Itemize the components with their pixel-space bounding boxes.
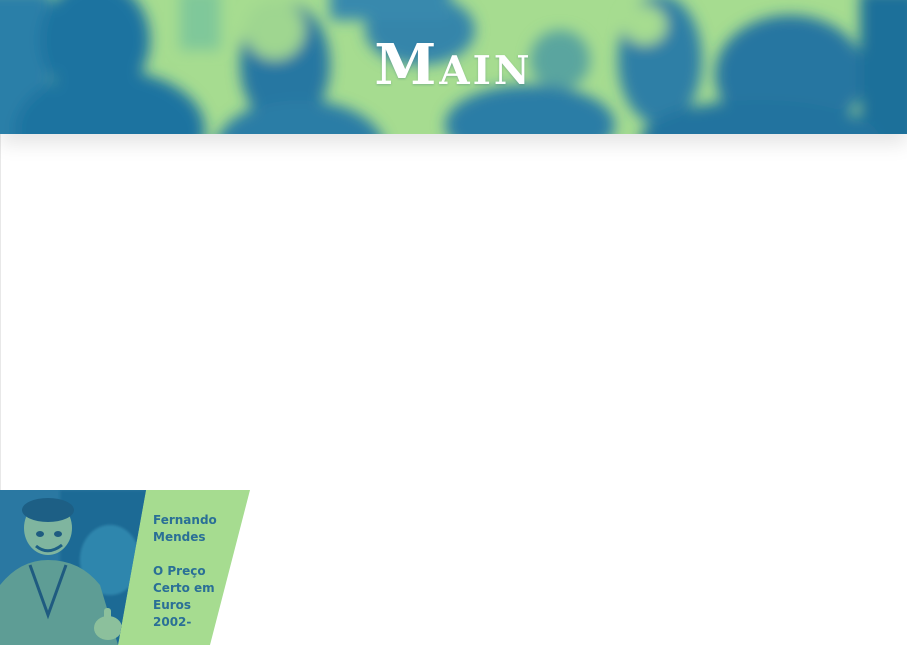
profile-card-text: Fernando Mendes O Preço Certo em Euros 2… bbox=[153, 512, 233, 648]
page-title: Main bbox=[374, 32, 533, 98]
person-name: Fernando Mendes bbox=[153, 513, 217, 544]
profile-card[interactable]: Fernando Mendes O Preço Certo em Euros 2… bbox=[0, 490, 260, 645]
page-left-border bbox=[0, 134, 1, 490]
person-description: O Preço Certo em Euros 2002- bbox=[153, 564, 215, 629]
hero-banner: Main bbox=[0, 0, 907, 134]
